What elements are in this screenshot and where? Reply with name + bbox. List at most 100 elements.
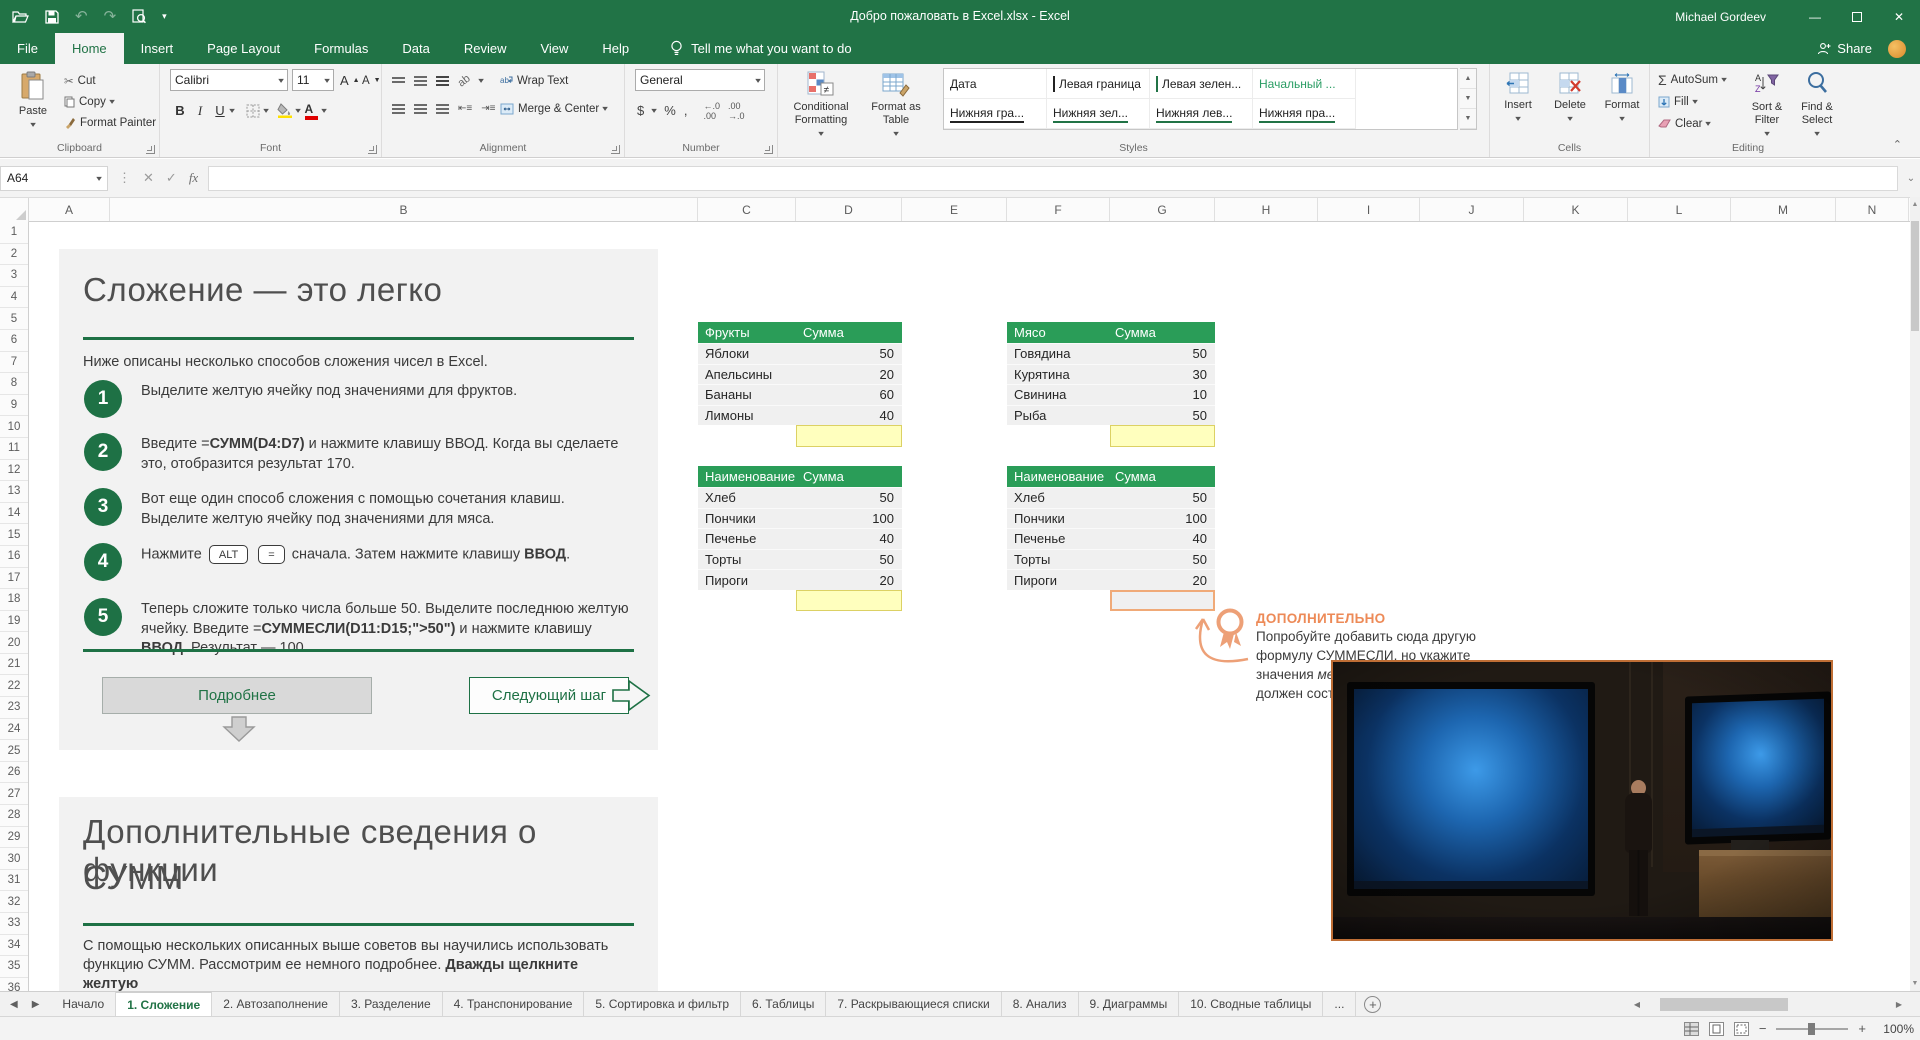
cell-style-item[interactable]: Левая зелен... [1150,69,1253,99]
scroll-up-icon[interactable]: ▲ [1910,201,1920,208]
scroll-down-icon[interactable]: ▼ [1910,980,1920,987]
row-header[interactable]: 27 [0,783,28,805]
zoom-out-button[interactable]: − [1759,1021,1767,1036]
sheet-tab[interactable]: 5. Сортировка и фильтр [584,992,741,1016]
format-as-table-button[interactable]: Format as Table ▾ [860,67,932,137]
format-painter-button[interactable]: Format Painter [64,112,156,133]
column-header[interactable]: I [1318,198,1420,221]
table-row[interactable]: Торты50 [1007,549,1215,570]
zoom-slider[interactable] [1776,1028,1848,1030]
italic-button[interactable]: I [190,103,210,119]
yellow-input-cell[interactable] [1110,425,1215,447]
table-items-left[interactable]: НаименованиеСумма Хлеб50Пончики100Печень… [698,466,902,611]
clipboard-dialog-launcher[interactable] [146,145,155,154]
sheet-tab[interactable]: Начало [51,992,116,1016]
row-header[interactable]: 33 [0,913,28,935]
row-header[interactable]: 30 [0,848,28,870]
vertical-scrollbar[interactable]: ▲ ▼ [1910,197,1920,991]
table-row[interactable]: Печенье40 [698,528,902,549]
add-sheet-button[interactable]: + [1364,996,1381,1013]
wrap-text-button[interactable]: abWrap Text [500,70,568,91]
horizontal-scrollbar[interactable]: ◀ ▶ [1630,996,1906,1013]
paste-button[interactable]: Paste ▾ [4,67,62,137]
row-header[interactable]: 9 [0,395,28,417]
column-header[interactable]: L [1628,198,1731,221]
row-header[interactable]: 1 [0,222,28,244]
ribbon-tab[interactable]: Data [385,33,446,64]
bold-button[interactable]: B [170,103,190,118]
table-row[interactable]: Бананы60 [698,384,902,405]
grow-font-button[interactable]: A▲ [340,70,360,91]
table-row[interactable]: Хлеб50 [698,487,902,508]
row-header[interactable]: 22 [0,675,28,697]
decrease-decimal-icon[interactable]: .00→.0 [728,101,745,121]
row-header[interactable]: 11 [0,438,28,460]
table-row[interactable]: Печенье40 [1007,528,1215,549]
align-top-icon[interactable] [392,77,405,85]
table-row[interactable]: Лимоны40 [698,405,902,426]
column-header[interactable]: N [1836,198,1909,221]
enter-icon[interactable]: ✓ [166,170,177,186]
table-row[interactable]: Пончики100 [1007,508,1215,529]
font-color-button[interactable]: A [300,100,322,121]
table-row[interactable]: Пироги20 [1007,569,1215,590]
row-header[interactable]: 14 [0,503,28,525]
row-header[interactable]: 35 [0,956,28,978]
number-format-select[interactable]: General▾ [635,69,765,91]
formula-input[interactable] [208,166,1898,191]
signed-in-user[interactable]: Michael Gordeev [1675,10,1766,24]
underline-button[interactable]: U [210,103,230,118]
orientation-icon[interactable]: ab [456,72,473,89]
sheet-canvas[interactable]: Сложение — это легко Ниже описаны нескол… [29,222,1910,991]
sheet-tab[interactable]: 8. Анализ [1002,992,1079,1016]
sheet-nav-prev-icon[interactable]: ◀ [10,999,18,1010]
cell-style-item[interactable]: Начальный ... [1253,69,1356,99]
cell-style-item[interactable]: Нижняя пра... [1253,99,1356,129]
user-avatar[interactable] [1888,40,1906,58]
column-header[interactable]: C [698,198,796,221]
align-left-icon[interactable] [392,104,405,114]
ribbon-tab[interactable]: Review [447,33,524,64]
row-header[interactable]: 26 [0,762,28,784]
increase-decimal-icon[interactable]: ←.0.00 [703,101,720,121]
row-header[interactable]: 23 [0,697,28,719]
column-header[interactable]: A [29,198,110,221]
sheet-tab[interactable]: 7. Раскрывающиеся списки [826,992,1001,1016]
table-row[interactable]: Курятина30 [1007,364,1215,385]
next-step-button[interactable]: Следующий шаг [469,677,629,714]
row-header[interactable]: 4 [0,287,28,309]
table-row[interactable]: Свинина10 [1007,384,1215,405]
row-header[interactable]: 25 [0,740,28,762]
fill-button[interactable]: Fill▾ [1658,91,1697,112]
accounting-format-button[interactable]: $ [637,103,644,118]
zoom-in-button[interactable]: + [1858,1021,1866,1036]
align-middle-icon[interactable] [414,76,427,86]
row-header[interactable]: 28 [0,805,28,827]
row-header[interactable]: 10 [0,416,28,438]
fill-color-button[interactable] [274,100,296,121]
minimize-button[interactable]: — [1794,0,1836,33]
decrease-indent-icon[interactable]: ⇤≡ [458,103,472,114]
ribbon-tab[interactable]: Page Layout [190,33,297,64]
font-name-select[interactable]: Calibri▾ [170,69,288,91]
cell-style-item[interactable]: Дата [944,69,1047,99]
row-header[interactable]: 29 [0,827,28,849]
ribbon-tab[interactable]: View [523,33,585,64]
zoom-slider-thumb[interactable] [1808,1023,1815,1035]
row-header[interactable]: 16 [0,546,28,568]
ribbon-tab[interactable]: Insert [124,33,191,64]
column-header[interactable]: M [1731,198,1836,221]
sheet-tab[interactable]: 2. Автозаполнение [212,992,340,1016]
font-size-select[interactable]: 11▾ [292,69,334,91]
row-header[interactable]: 7 [0,352,28,374]
table-row[interactable]: Пончики100 [698,508,902,529]
align-right-icon[interactable] [436,104,449,114]
close-button[interactable]: ✕ [1878,0,1920,33]
horizontal-scroll-thumb[interactable] [1660,998,1788,1011]
row-header[interactable]: 31 [0,870,28,892]
row-header[interactable]: 13 [0,481,28,503]
find-select-button[interactable]: Find & Select ▾ [1792,67,1842,137]
row-header[interactable]: 6 [0,330,28,352]
more-details-button[interactable]: Подробнее [102,677,372,714]
table-row[interactable]: Яблоки50 [698,343,902,364]
